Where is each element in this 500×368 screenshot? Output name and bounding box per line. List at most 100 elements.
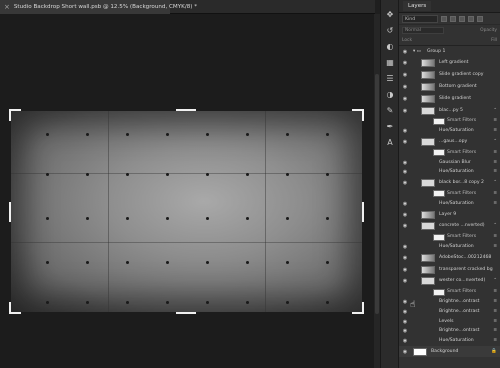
layer-row[interactable]: ◉ ≡ Gaussian Blur [399,158,500,167]
visibility-eye-icon[interactable]: ◉ [402,299,408,305]
layer-row[interactable]: ◉ ≡ Levels [399,317,500,326]
layer-row[interactable]: ◉ ⌃ black bor...8 copy 2 [399,178,500,189]
visibility-eye-icon[interactable]: ◉ [402,180,408,186]
visibility-eye-icon[interactable]: ◉ [402,212,408,218]
layer-row[interactable]: ≡ Smart Filters [399,233,500,242]
filter-type-icon[interactable] [459,15,465,22]
layer-row[interactable]: ◉ ▾ ▭ Group 1 [399,46,500,57]
visibility-eye-icon[interactable]: ◉ [402,223,408,229]
filter-kind-select[interactable]: Kind [402,14,438,23]
layer-row[interactable]: ◉ ⌃ ...gaus...opy [399,136,500,147]
layer-thumbnail[interactable] [421,82,435,91]
visibility-eye-icon[interactable]: ◉ [402,349,408,355]
document-canvas[interactable] [11,111,362,312]
layer-thumbnail[interactable] [413,347,427,356]
filter-options-icon[interactable]: ≡ [493,150,497,155]
layer-thumbnail[interactable] [421,71,435,80]
layer-row[interactable]: ◉ ≡ Hue/Saturation [399,242,500,251]
color-icon[interactable]: ◐ [385,42,395,52]
filter-options-icon[interactable]: ≡ [493,169,497,174]
layer-thumbnail[interactable] [421,253,435,262]
expand-effects-icon[interactable]: ⌃ [493,108,497,113]
layer-row[interactable]: ≡ Smart Filters [399,148,500,157]
layer-row[interactable]: ◉ ≡ Brightne...ontrast [399,327,500,336]
filter-options-icon[interactable]: ≡ [493,160,497,165]
filter-options-icon[interactable]: ≡ [493,328,497,333]
visibility-eye-icon[interactable]: ◉ [402,338,408,344]
filter-smart-icon[interactable] [477,15,483,22]
layer-row[interactable]: ◉ ⌃ blac...py 5 [399,105,500,116]
filter-options-icon[interactable]: ≡ [493,299,497,304]
filter-mask-thumbnail[interactable] [433,149,445,157]
visibility-eye-icon[interactable]: ◉ [402,139,408,145]
adjustments-icon[interactable]: ◑ [385,90,395,100]
layer-row[interactable]: ≡ Smart Filters [399,189,500,198]
filter-mask-thumbnail[interactable] [433,117,445,125]
expand-effects-icon[interactable]: ⌃ [493,180,497,185]
layers-tab[interactable]: Layers [403,1,432,11]
brush-icon[interactable]: ✎ [385,106,395,116]
filter-adjustment-icon[interactable] [450,15,456,22]
layer-thumbnail[interactable] [421,210,435,219]
visibility-eye-icon[interactable]: ◉ [402,60,408,66]
paths-icon[interactable]: ✒ [385,122,395,132]
filter-pixel-icon[interactable] [441,15,447,22]
expand-effects-icon[interactable]: ⌃ [493,139,497,144]
transform-handle-left[interactable] [9,202,11,222]
layer-thumbnail[interactable] [421,265,435,274]
visibility-eye-icon[interactable]: ◉ [402,169,408,175]
layer-row[interactable]: ≡ Smart Filters [399,117,500,126]
filter-options-icon[interactable]: ≡ [493,244,497,249]
layer-row[interactable]: ◉ Left gradient [399,58,500,69]
layer-row[interactable]: ≡ Smart Filters [399,288,500,297]
visibility-eye-icon[interactable]: ◉ [402,108,408,114]
history-icon[interactable]: ↺ [385,26,395,36]
filter-mask-thumbnail[interactable] [433,288,445,296]
layer-row[interactable]: ◉ Slide gradient copy [399,70,500,81]
layer-row[interactable]: ◉ Slide gradient [399,93,500,104]
document-tab[interactable]: × Studio Backdrop Short wall.psb @ 12.5%… [0,0,197,14]
transform-handle-tl-v[interactable] [9,109,11,121]
layer-row[interactable]: ◉ ⌃ concrete ...nverted) [399,221,500,232]
layer-row[interactable]: ◉ ⌃ wester co...nverted) [399,276,500,287]
filter-options-icon[interactable]: ≡ [493,338,497,343]
close-tab-icon[interactable]: × [4,3,10,11]
filter-shape-icon[interactable] [468,15,474,22]
transform-handle-bottom[interactable] [176,312,196,314]
transform-handle-tr-v[interactable] [362,109,364,121]
layer-thumbnail[interactable] [421,222,435,231]
filter-mask-thumbnail[interactable] [433,190,445,198]
filter-options-icon[interactable]: ≡ [493,309,497,314]
visibility-eye-icon[interactable]: ◉ [402,244,408,250]
layer-row[interactable]: ◉ transparent cracked bg [399,264,500,275]
layer-thumbnail[interactable] [421,59,435,68]
visibility-eye-icon[interactable]: ◉ [402,128,408,134]
layer-thumbnail[interactable] [421,277,435,286]
visibility-eye-icon[interactable]: ◉ [402,160,408,166]
visibility-eye-icon[interactable]: ◉ [402,319,408,325]
transform-handle-right[interactable] [362,202,364,222]
layer-row[interactable]: ◉ AdobeStoc...00212468 [399,252,500,263]
filter-options-icon[interactable]: ≡ [493,128,497,133]
visibility-eye-icon[interactable]: ◉ [402,84,408,90]
filter-options-icon[interactable]: ≡ [493,191,497,196]
filter-mask-thumbnail[interactable] [433,233,445,241]
visibility-eye-icon[interactable]: ◉ [402,309,408,315]
expand-effects-icon[interactable]: ⌃ [493,223,497,228]
filter-options-icon[interactable]: ≡ [493,118,497,123]
layer-row[interactable]: ◉ Bottom gradient [399,81,500,92]
visibility-eye-icon[interactable]: ◉ [402,201,408,207]
transform-handle-br-v[interactable] [362,302,364,314]
layer-row[interactable]: ◉ ≡ Hue/Saturation [399,127,500,136]
layer-row[interactable]: ◉ Background 🔒 [399,346,500,358]
layer-thumbnail[interactable] [421,179,435,188]
layer-thumbnail[interactable] [421,106,435,115]
blend-mode-select[interactable]: Normal [402,27,444,34]
filter-options-icon[interactable]: ≡ [493,201,497,206]
visibility-eye-icon[interactable]: ◉ [402,267,408,273]
move-tool-icon[interactable]: ✥ [385,10,395,20]
visibility-eye-icon[interactable]: ◉ [402,278,408,284]
filter-options-icon[interactable]: ≡ [493,289,497,294]
expand-effects-icon[interactable]: ⌃ [493,278,497,283]
filter-options-icon[interactable]: ≡ [493,234,497,239]
